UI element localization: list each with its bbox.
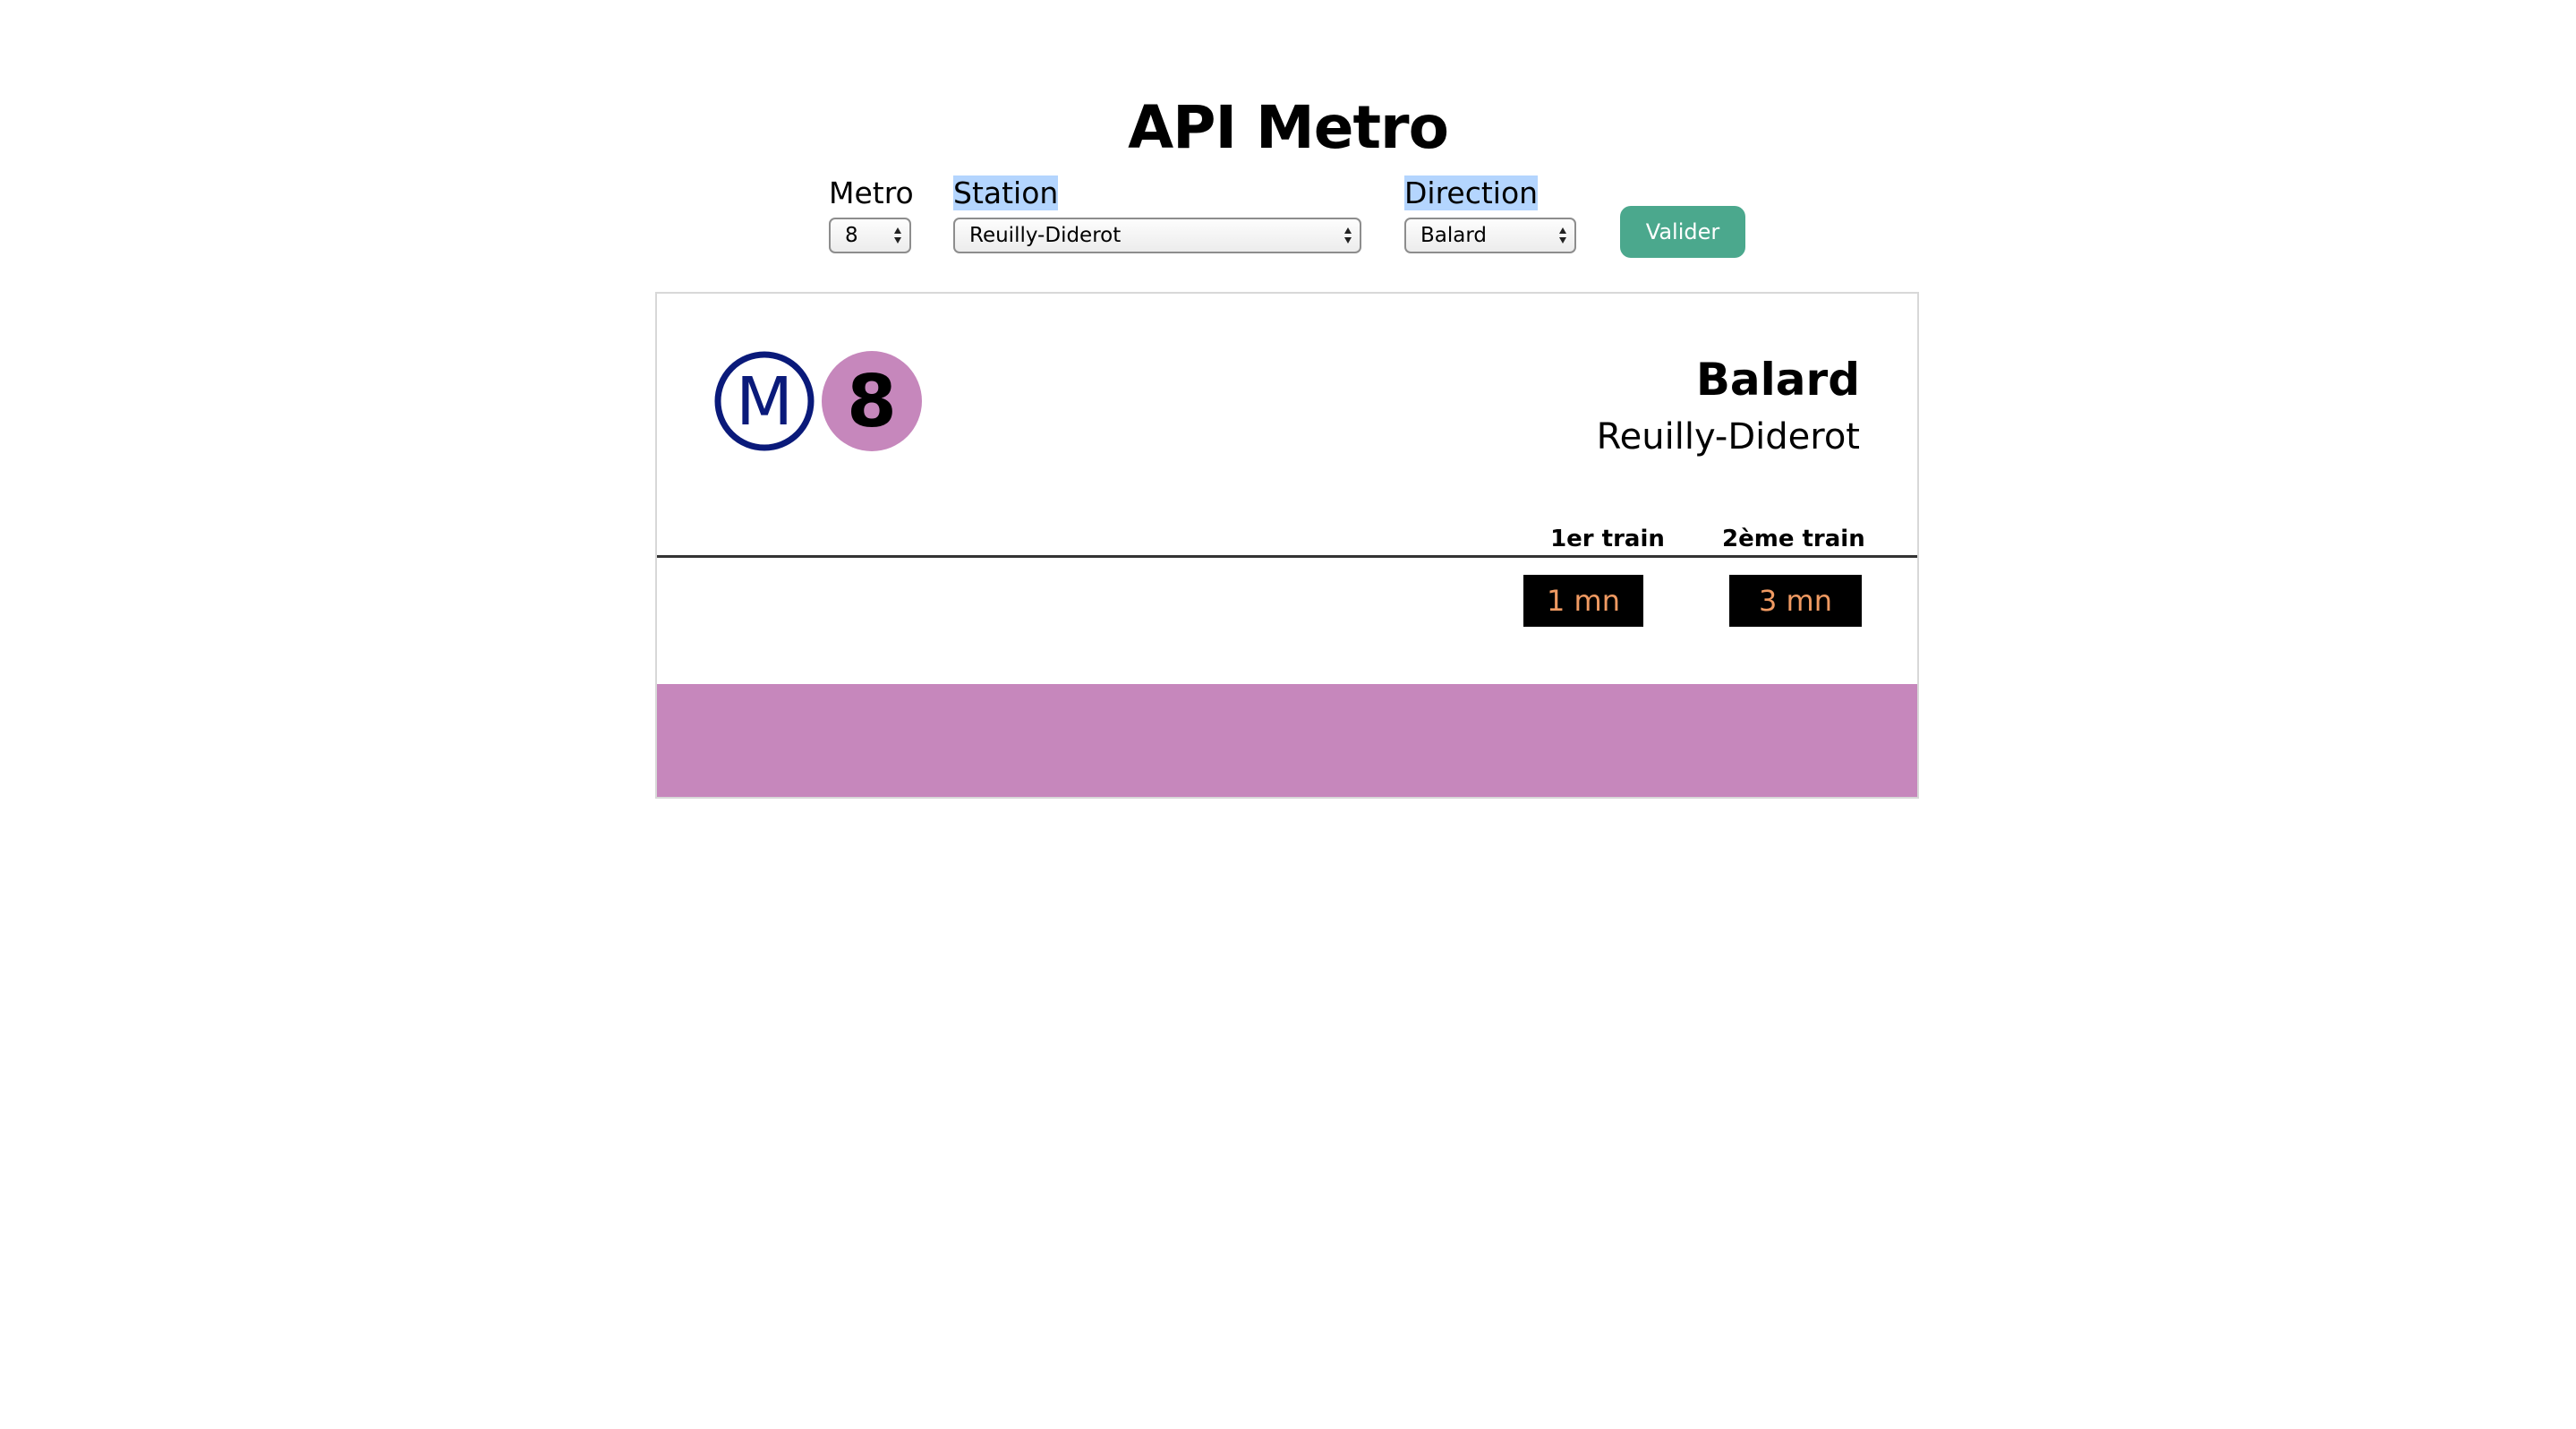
direction-label: Direction [1404, 172, 1539, 215]
metro-logo-letter: M [736, 364, 793, 441]
metro-logo-icon: M [714, 351, 815, 451]
station-name: Reuilly-Diderot [1596, 416, 1860, 458]
station-select-value: Reuilly-Diderot [969, 224, 1122, 247]
departure-board: M 8 Balard Reuilly-Diderot 1er train 2èm… [655, 292, 1919, 799]
line-number-badge: 8 [822, 351, 922, 451]
metro-select[interactable]: 8 [829, 218, 911, 253]
direction-select[interactable]: Balard [1404, 218, 1576, 253]
first-train-time: 1 mn [1523, 575, 1643, 627]
direction-select-value: Balard [1420, 224, 1488, 247]
second-train-header: 2ème train [1722, 526, 1865, 552]
first-train-header: 1er train [1550, 526, 1665, 552]
station-select[interactable]: Reuilly-Diderot [953, 218, 1361, 253]
select-arrows-icon [1344, 227, 1352, 244]
station-label-text: Station [953, 175, 1059, 210]
select-arrows-icon [894, 227, 901, 244]
line-color-band [657, 684, 1917, 797]
validate-button[interactable]: Valider [1620, 206, 1745, 258]
metro-select-value: 8 [845, 224, 858, 247]
direction-name: Balard [1695, 354, 1860, 406]
board-divider [657, 555, 1917, 558]
direction-label-text: Direction [1404, 175, 1539, 210]
second-train-time: 3 mn [1729, 575, 1862, 627]
select-arrows-icon [1559, 227, 1566, 244]
page-title: API Metro [1128, 93, 1449, 162]
metro-label: Metro [829, 175, 914, 210]
station-label: Station [953, 172, 1059, 215]
